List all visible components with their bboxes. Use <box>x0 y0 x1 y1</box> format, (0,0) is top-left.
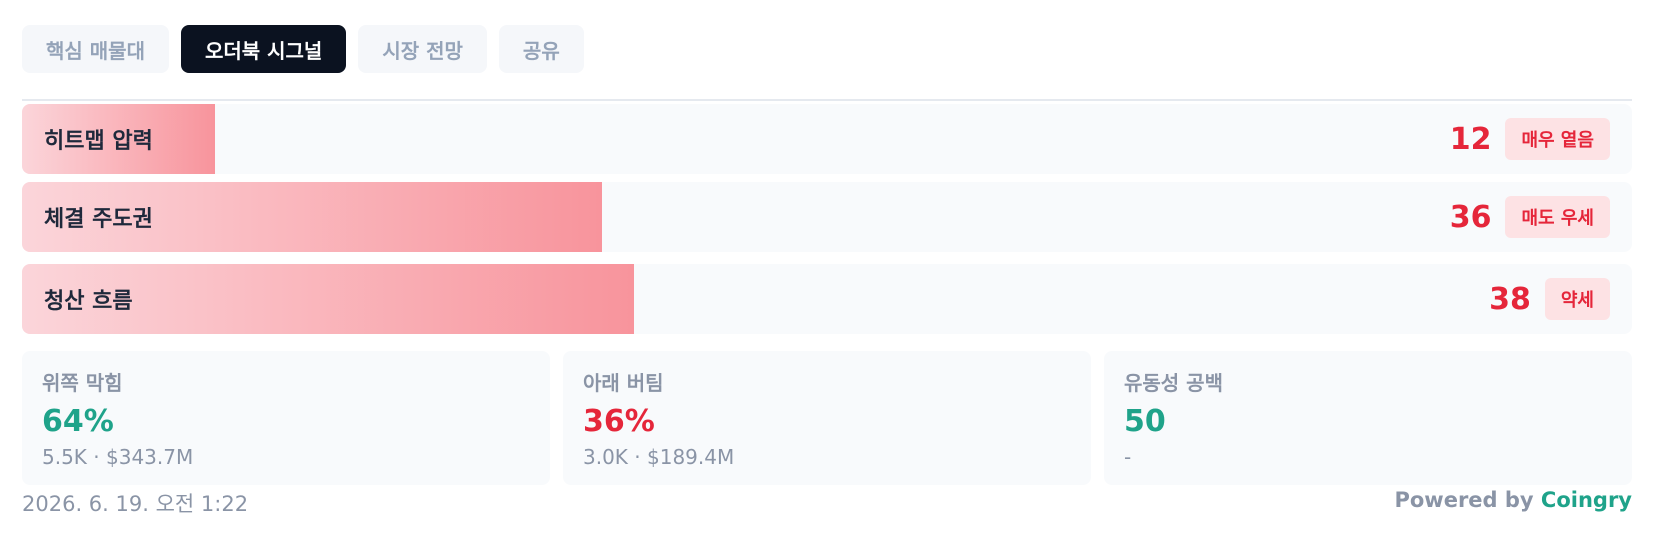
stat-card-lower-support: 아래 버팀 36% 3.0K · $189.4M <box>563 351 1091 485</box>
stat-card-liquidity-gap: 유동성 공백 50 - <box>1104 351 1632 485</box>
signal-row-liquidation-flow: 청산 흐름 38 약세 <box>22 264 1632 334</box>
signal-label: 히트맵 압력 <box>44 129 153 154</box>
tab-key-levels[interactable]: 핵심 매물대 <box>22 25 169 73</box>
stat-card-upper-resistance: 위쪽 막힘 64% 5.5K · $343.7M <box>22 351 550 485</box>
signal-value: 38 <box>1489 281 1531 317</box>
stat-sub: 3.0K · $189.4M <box>583 445 735 469</box>
powered-by: Powered by Coingry <box>1394 488 1632 512</box>
signal-badge: 매도 우세 <box>1505 196 1610 238</box>
signal-row-trade-dominance: 체결 주도권 36 매도 우세 <box>22 182 1632 252</box>
signal-value: 36 <box>1449 199 1492 235</box>
stat-title: 위쪽 막힘 <box>42 371 123 395</box>
stat-title: 유동성 공백 <box>1124 371 1223 395</box>
tab-market-outlook[interactable]: 시장 전망 <box>358 25 487 73</box>
stat-sub: 5.5K · $343.7M <box>42 445 194 469</box>
stat-value: 36% <box>583 404 655 439</box>
signal-row-heatmap-pressure: 히트맵 압력 12 매우 옅음 <box>22 104 1632 174</box>
timestamp: 2026. 6. 19. 오전 1:22 <box>22 492 249 516</box>
signal-label: 체결 주도권 <box>44 207 153 232</box>
powered-prefix: Powered by <box>1394 488 1534 512</box>
stat-sub: - <box>1124 445 1132 469</box>
tab-share[interactable]: 공유 <box>498 25 584 73</box>
signal-badge: 약세 <box>1544 278 1610 320</box>
signal-value: 12 <box>1449 121 1492 157</box>
signal-label: 청산 흐름 <box>44 289 133 314</box>
tab-bar: 핵심 매물대 오더북 시그널 시장 전망 공유 <box>22 25 584 73</box>
stat-title: 아래 버팀 <box>583 371 664 395</box>
tab-orderbook-signal[interactable]: 오더북 시그널 <box>180 25 347 73</box>
stat-value: 50 <box>1124 404 1166 439</box>
stat-cards: 위쪽 막힘 64% 5.5K · $343.7M 아래 버팀 36% 3.0K … <box>22 351 1632 485</box>
brand-link[interactable]: Coingry <box>1541 488 1632 512</box>
signal-badge: 매우 옅음 <box>1505 118 1610 160</box>
divider <box>22 99 1632 101</box>
orderbook-signal-widget: 핵심 매물대 오더북 시그널 시장 전망 공유 히트맵 압력 12 매우 옅음 … <box>0 0 1654 540</box>
stat-value: 64% <box>42 404 114 439</box>
